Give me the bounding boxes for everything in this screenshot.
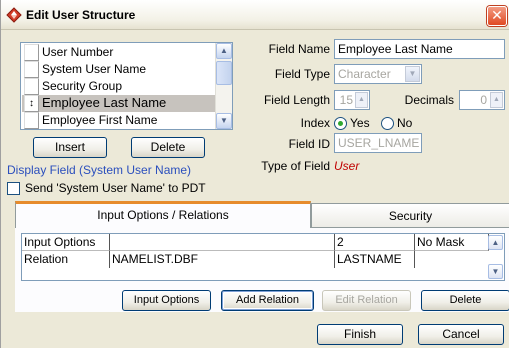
input-options-grid[interactable]: Input Options 2 No Mask Relation NAMELIS… bbox=[21, 233, 505, 281]
field-type-value: Character bbox=[338, 67, 391, 81]
field-length-input[interactable]: 15 ▲ bbox=[334, 90, 370, 110]
send-to-pdt-label: Send 'System User Name' to PDT bbox=[25, 181, 206, 195]
index-yes-label: Yes bbox=[350, 116, 370, 130]
field-name-value: Employee Last Name bbox=[338, 42, 453, 56]
index-label: Index bbox=[300, 116, 330, 130]
diamond-arrows-icon bbox=[6, 7, 22, 23]
field-list[interactable]: User Number System User Name Security Gr… bbox=[20, 42, 233, 130]
list-item-label: Employee Last Name bbox=[42, 95, 167, 110]
row-marker bbox=[24, 78, 39, 95]
chevron-up-icon: ▲ bbox=[220, 46, 228, 55]
display-field-link[interactable]: Display Field (System User Name) bbox=[7, 163, 191, 177]
field-id-label: Field ID bbox=[288, 137, 330, 151]
list-item[interactable]: Security Group bbox=[22, 78, 215, 95]
input-options-label: Input Options bbox=[133, 294, 200, 306]
close-icon: ✕ bbox=[491, 7, 503, 23]
spin-icon: ▲ bbox=[490, 92, 503, 108]
finish-button[interactable]: Finish bbox=[317, 324, 403, 345]
column-header bbox=[110, 234, 335, 251]
tab-input-options-relations[interactable]: Input Options / Relations bbox=[15, 201, 311, 228]
tab-security[interactable]: Security bbox=[311, 203, 509, 228]
cancel-label: Cancel bbox=[442, 327, 480, 341]
type-of-field-value: User bbox=[334, 159, 360, 173]
list-item-label: User Number bbox=[42, 45, 114, 59]
cancel-button[interactable]: Cancel bbox=[418, 324, 504, 345]
decimals-value: 0 bbox=[480, 93, 487, 107]
grid-scroll-down-button[interactable]: ▼ bbox=[488, 264, 503, 279]
list-scrollbar[interactable]: ▲ ▼ bbox=[215, 43, 232, 129]
edit-relation-label: Edit Relation bbox=[335, 294, 398, 306]
field-type-label: Field Type bbox=[274, 67, 330, 81]
row-marker bbox=[24, 61, 39, 78]
input-options-button[interactable]: Input Options bbox=[122, 290, 211, 311]
edit-user-structure-window: Edit User Structure ✕ User Number System… bbox=[0, 0, 509, 348]
insert-button-label: Insert bbox=[54, 140, 85, 154]
field-length-value: 15 bbox=[339, 93, 353, 107]
row-marker bbox=[24, 44, 39, 61]
field-type-select[interactable]: Character ▼ bbox=[334, 64, 422, 84]
scroll-down-button[interactable]: ▼ bbox=[216, 113, 232, 129]
field-name-input[interactable]: Employee Last Name bbox=[334, 39, 505, 59]
tab-label: Security bbox=[388, 209, 433, 223]
scroll-up-button[interactable]: ▲ bbox=[216, 43, 232, 59]
table-cell: Relation bbox=[22, 251, 110, 268]
list-item[interactable]: Employee First Name bbox=[22, 112, 215, 129]
index-yes-radio[interactable] bbox=[334, 117, 347, 130]
field-id-input[interactable]: USER_LNAME bbox=[334, 133, 422, 153]
type-of-field-label: Type of Field bbox=[261, 159, 330, 173]
decimals-label: Decimals bbox=[404, 93, 454, 107]
field-id-value: USER_LNAME bbox=[338, 136, 420, 150]
add-relation-button[interactable]: Add Relation bbox=[221, 290, 314, 311]
row-marker: ↕ bbox=[24, 95, 39, 112]
column-header: 2 bbox=[335, 234, 415, 251]
grid-scroll-up-button[interactable]: ▲ bbox=[488, 235, 503, 250]
window-title: Edit User Structure bbox=[26, 8, 136, 22]
column-header: Input Options bbox=[22, 234, 110, 251]
edit-relation-button[interactable]: Edit Relation bbox=[322, 290, 411, 311]
chevron-down-icon: ▼ bbox=[491, 267, 500, 276]
delete-relation-button[interactable]: Delete bbox=[421, 290, 509, 311]
row-marker bbox=[24, 112, 39, 129]
delete-field-button[interactable]: Delete bbox=[131, 137, 205, 158]
list-item-label: System User Name bbox=[42, 62, 147, 76]
list-item[interactable]: User Number bbox=[22, 44, 215, 61]
finish-label: Finish bbox=[343, 327, 376, 341]
field-length-label: Field Length bbox=[263, 93, 330, 107]
index-no-radio[interactable] bbox=[381, 117, 394, 130]
chevron-down-icon: ▼ bbox=[405, 66, 420, 82]
list-item-selected[interactable]: ↕ Employee Last Name bbox=[22, 95, 215, 112]
table-cell: NAMELIST.DBF bbox=[110, 251, 335, 268]
list-item-label: Employee First Name bbox=[42, 113, 158, 127]
delete-button-label: Delete bbox=[150, 140, 186, 154]
decimals-input[interactable]: 0 ▲ bbox=[459, 90, 505, 110]
table-cell bbox=[415, 251, 489, 268]
scroll-thumb[interactable] bbox=[216, 61, 232, 85]
chevron-up-icon: ▲ bbox=[491, 238, 500, 247]
tab-label: Input Options / Relations bbox=[97, 208, 229, 222]
send-to-pdt-checkbox[interactable] bbox=[7, 182, 20, 195]
title-bar: Edit User Structure ✕ bbox=[1, 0, 509, 30]
chevron-down-icon: ▼ bbox=[220, 116, 228, 125]
table-cell: LASTNAME bbox=[335, 251, 415, 268]
close-button[interactable]: ✕ bbox=[487, 6, 507, 26]
spin-icon: ▲ bbox=[355, 92, 368, 108]
list-item-label: Security Group bbox=[42, 79, 123, 93]
list-item[interactable]: System User Name bbox=[22, 61, 215, 78]
field-name-label: Field Name bbox=[268, 42, 330, 56]
column-header: No Mask bbox=[415, 234, 489, 251]
add-relation-label: Add Relation bbox=[236, 294, 299, 306]
index-no-label: No bbox=[397, 116, 413, 130]
insert-button[interactable]: Insert bbox=[33, 137, 107, 158]
delete-relation-label: Delete bbox=[449, 294, 482, 306]
